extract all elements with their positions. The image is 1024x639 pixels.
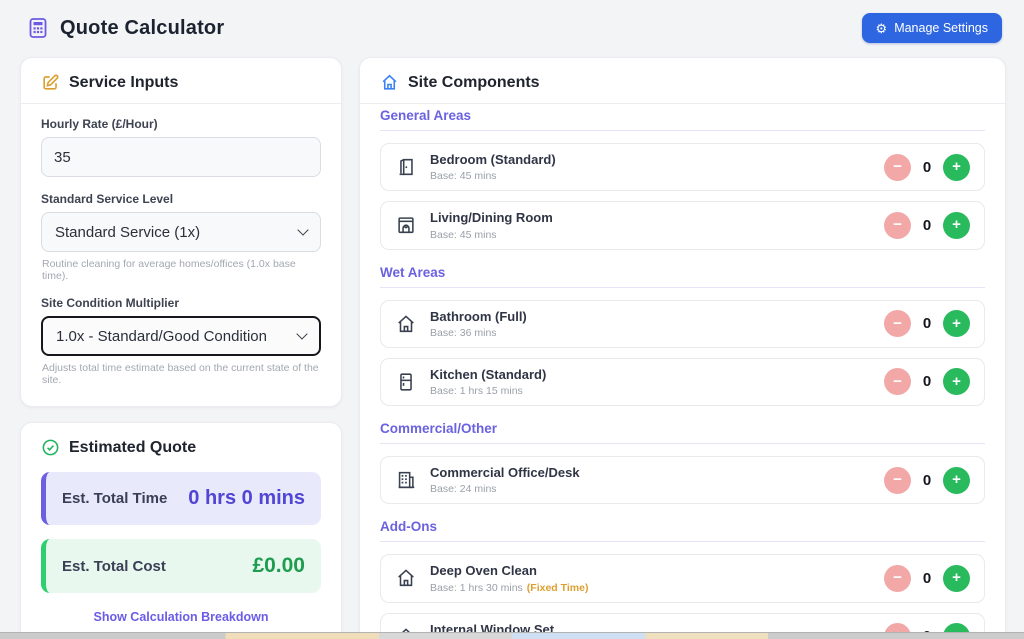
- background-window-sliver: [0, 632, 1024, 639]
- total-cost-box: Est. Total Cost £0.00: [41, 539, 321, 593]
- component-count: 0: [922, 569, 932, 587]
- component-name: Kitchen (Standard): [430, 366, 547, 382]
- total-time-label: Est. Total Time: [62, 490, 168, 507]
- component-row: Bathroom (Full) Base: 36 mins −0 +: [380, 299, 985, 348]
- house-icon: [395, 313, 417, 335]
- service-level-help: Routine cleaning for average homes/offic…: [42, 258, 296, 282]
- check-circle-icon: [41, 438, 60, 457]
- component-row: Commercial Office/Desk Base: 24 mins −0 +: [380, 456, 985, 505]
- increase-count-button[interactable]: +: [943, 153, 970, 181]
- total-cost-value: £0.00: [252, 554, 305, 577]
- total-time-value: 0 hrs 0 mins: [188, 487, 305, 509]
- component-base-time: Base: 45 mins: [430, 170, 497, 183]
- fixed-time-tag: (Fixed Time): [526, 581, 589, 594]
- increase-count-button[interactable]: +: [943, 211, 970, 239]
- site-components-sections: General Areas Bedroom (Standard) Base: 45 …: [360, 104, 1005, 639]
- site-components-card: Site Components General Areas Bedroom (St…: [359, 57, 1006, 639]
- hourly-rate-label: Hourly Rate (£/Hour): [41, 117, 158, 131]
- decrease-count-button[interactable]: −: [884, 211, 911, 239]
- page-title: Quote Calculator: [60, 16, 225, 39]
- component-base-time: Base: 36 mins: [430, 326, 497, 339]
- component-base-time: Base: 24 mins: [430, 483, 497, 496]
- increase-count-button[interactable]: +: [943, 310, 970, 338]
- gear-icon: ⚙: [875, 20, 888, 36]
- fireplace-icon: [395, 214, 417, 236]
- component-base-time: Base: 1 hrs 30 mins (Fixed Time): [430, 581, 589, 594]
- site-components-title: Site Components: [408, 73, 540, 91]
- section-heading: Commercial/Other: [380, 421, 985, 444]
- decrease-count-button[interactable]: −: [884, 368, 911, 396]
- chevron-down-icon: [297, 224, 309, 236]
- show-breakdown-link[interactable]: Show Calculation Breakdown: [41, 610, 321, 624]
- increase-count-button[interactable]: +: [943, 466, 970, 494]
- component-row: Living/Dining Room Base: 45 mins −0 +: [380, 201, 985, 250]
- site-condition-value: 1.0x - Standard/Good Condition: [56, 327, 267, 345]
- component-base-time: Base: 1 hrs 15 mins: [430, 385, 523, 397]
- service-level-select[interactable]: Standard Service (1x): [41, 212, 321, 252]
- component-name: Commercial Office/Desk: [430, 465, 580, 480]
- component-row: Kitchen (Standard) Base: 1 hrs 15 mins −0 +: [380, 357, 985, 406]
- component-count: 0: [922, 158, 932, 176]
- component-count: 0: [922, 315, 932, 333]
- service-level-label: Standard Service Level: [41, 192, 174, 206]
- decrease-count-button[interactable]: −: [884, 564, 911, 592]
- service-inputs-title: Service Inputs: [69, 73, 179, 91]
- decrease-count-button[interactable]: −: [884, 466, 911, 494]
- calculator-icon: [26, 16, 50, 40]
- manage-settings-button[interactable]: ⚙ Manage Settings: [861, 13, 1002, 43]
- hourly-rate-input[interactable]: [41, 137, 321, 177]
- component-name: Bedroom (Standard): [430, 152, 556, 167]
- section-heading: General Areas: [380, 108, 985, 131]
- door-icon: [395, 156, 417, 178]
- component-row: Deep Oven Clean Base: 1 hrs 30 mins (Fixed…: [380, 554, 985, 603]
- fridge-icon: [395, 371, 417, 393]
- component-name: Deep Oven Clean: [430, 563, 537, 579]
- site-condition-select[interactable]: 1.0x - Standard/Good Condition: [41, 316, 321, 356]
- site-condition-help: Adjusts total time estimate based on the…: [42, 362, 319, 386]
- component-name: Bathroom (Full): [430, 308, 527, 324]
- estimated-quote-title: Estimated Quote: [69, 438, 197, 456]
- increase-count-button[interactable]: +: [943, 564, 970, 592]
- house-icon: [395, 567, 417, 589]
- increase-count-button[interactable]: +: [943, 368, 970, 396]
- component-count: 0: [922, 471, 932, 489]
- chevron-down-icon: [296, 328, 308, 340]
- component-row: Bedroom (Standard) Base: 45 mins −0 +: [380, 143, 985, 192]
- site-condition-label: Site Condition Multiplier: [41, 296, 179, 310]
- section-heading: Add-Ons: [380, 519, 985, 543]
- component-count: 0: [922, 216, 932, 234]
- total-cost-label: Est. Total Cost: [62, 557, 166, 575]
- manage-settings-label: Manage Settings: [894, 21, 988, 35]
- decrease-count-button[interactable]: −: [884, 310, 911, 338]
- edit-pencil-icon: [41, 73, 60, 92]
- building-icon: [395, 469, 417, 491]
- component-base-time: Base: 45 mins: [430, 228, 497, 241]
- total-time-box: Est. Total Time 0 hrs 0 mins: [41, 472, 321, 525]
- decrease-count-button[interactable]: −: [884, 153, 911, 181]
- service-level-value: Standard Service (1x): [55, 223, 201, 241]
- app-header: Quote Calculator ⚙ Manage Settings: [0, 0, 1024, 53]
- service-inputs-card: Service Inputs Hourly Rate (£/Hour) Stan…: [20, 57, 342, 407]
- component-name: Living/Dining Room: [430, 210, 553, 226]
- house-icon: [380, 73, 399, 92]
- component-count: 0: [922, 373, 932, 391]
- estimated-quote-card: Estimated Quote Est. Total Time 0 hrs 0 …: [20, 422, 342, 639]
- section-heading: Wet Areas: [380, 265, 985, 288]
